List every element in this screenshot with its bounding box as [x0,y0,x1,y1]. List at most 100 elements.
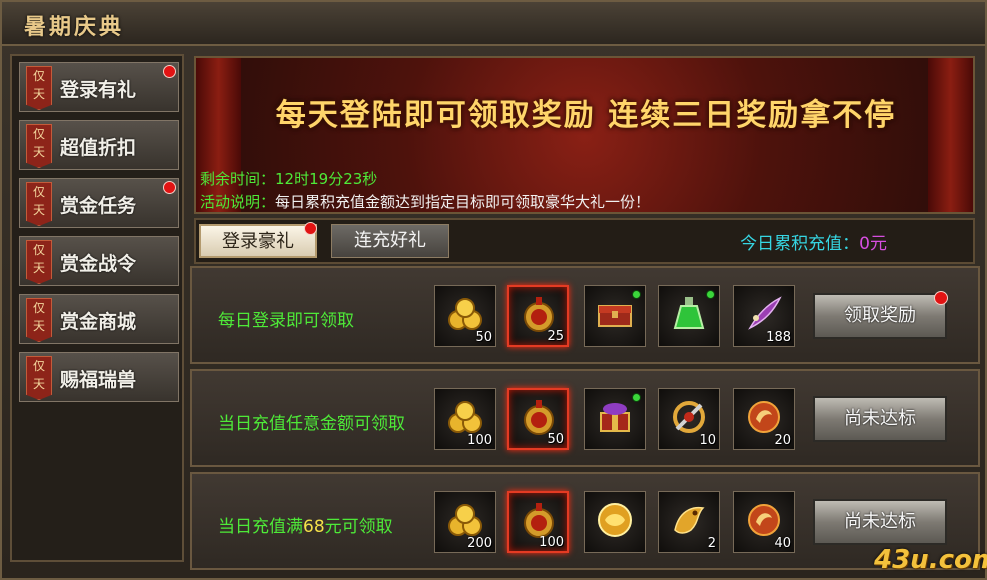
not-qualified-button[interactable]: 尚未达标 [813,499,947,545]
ribbon-char: 仅 [32,127,45,141]
limited-ribbon: 仅天 [26,124,52,168]
sidebar-item[interactable]: 仅天赏金商城 [19,294,179,344]
today-recharge: 今日累积充值：0元 [740,229,887,254]
title-bar: 暑期庆典 [2,2,985,46]
reward-item-slot[interactable]: 50 [434,285,496,347]
sidebar-item[interactable]: 仅天 赏金任务 [19,178,179,228]
banner-headline: 每天登陆即可领取奖励 连续三日奖励拿不停 [275,98,897,133]
sidebar-item[interactable]: 仅天超值折扣 [19,120,179,170]
sidebar-item-label: 超值折扣 [60,137,137,159]
item-count: 10 [699,433,716,448]
tab-bar: 登录豪礼 连充好礼 今日累积充值：0元 [194,218,975,264]
item-count: 188 [766,330,791,345]
sidebar-item-label: 赏金战令 [60,253,137,275]
event-banner: 每天登陆即可领取奖励 连续三日奖励拿不停 剩余时间：12时19分23秒 活动说明… [194,56,975,214]
limited-ribbon: 仅天 [26,356,52,400]
reward-item-slot[interactable]: 20 [733,388,795,450]
reward-row: 当日充值任意金额可领取 100 50 10 20 尚未达标 [190,369,980,467]
event-description-text: 每日累积充值金额达到指定目标即可领取豪华大礼一份！ [275,193,651,211]
reward-condition-amount: 68 [303,517,325,537]
limited-ribbon: 仅天 [26,66,52,110]
sidebar: 仅天登录有礼仅天超值折扣仅天赏金任务仅天赏金战令仅天赏金商城仅天赐福瑞兽 [10,54,184,562]
reward-item-slot[interactable]: 10 [658,388,720,450]
reward-condition: 每日登录即可领取 [218,306,354,331]
item-count: 100 [467,433,492,448]
reward-item-slot[interactable]: 200 [434,491,496,553]
notification-dot [163,65,176,78]
reward-item-slot[interactable]: 100 [507,491,569,553]
item-count: 50 [547,432,564,447]
reward-item-slot[interactable]: 25 [507,285,569,347]
button-label: 领取奖励 [844,305,916,326]
tab-login-gift[interactable]: 登录豪礼 [199,222,317,258]
ribbon-char: 仅 [32,243,45,257]
status-dot [632,290,641,299]
reward-item-slot[interactable]: 50 [507,388,569,450]
reward-item-slot[interactable] [584,388,646,450]
sidebar-item-label: 赐福瑞兽 [60,369,137,391]
event-description: 活动说明：每日累积充值金额达到指定目标即可领取豪华大礼一份！ [200,191,650,212]
item-count: 100 [539,535,564,550]
ribbon-char: 仅 [32,301,45,315]
notification-dot [304,222,317,235]
ribbon-char: 仅 [32,185,45,199]
remaining-time: 剩余时间：12时19分23秒 [200,168,377,189]
tab-login-gift-label: 登录豪礼 [222,231,294,252]
reward-condition-text: 当日充值任意金额可领取 [218,414,405,434]
sidebar-item-label: 赏金商城 [60,311,137,333]
button-label: 尚未达标 [844,511,916,532]
item-count: 20 [774,433,791,448]
event-description-label: 活动说明： [200,193,276,211]
item-count: 25 [547,329,564,344]
today-recharge-label: 今日累积充值： [740,234,860,254]
ribbon-char: 天 [32,145,45,159]
tab-consecutive-recharge-label: 连充好礼 [354,230,426,251]
claim-reward-button[interactable]: 领取奖励 [813,291,948,339]
event-window: 暑期庆典 仅天登录有礼仅天超值折扣仅天赏金任务仅天赏金战令仅天赏金商城仅天赐福瑞… [0,0,987,580]
reward-row: 当日充值满68元可领取 200 100 2 40 尚未达标 [190,472,980,570]
item-count: 50 [475,330,492,345]
reward-item-slot[interactable] [584,285,646,347]
ribbon-char: 天 [32,377,45,391]
reward-item-slot[interactable] [658,285,720,347]
sidebar-item-label: 登录有礼 [60,79,137,101]
ribbon-char: 天 [32,87,45,101]
item-count: 200 [467,536,492,551]
reward-condition-text: 当日充值满 [218,517,303,537]
sidebar-item-label: 赏金任务 [60,195,137,217]
limited-ribbon: 仅天 [26,240,52,284]
remaining-time-value: 12时19分23秒 [275,170,378,188]
notification-dot [934,291,948,305]
reward-item-slot[interactable]: 188 [733,285,795,347]
ribbon-char: 天 [32,319,45,333]
item-count: 40 [774,536,791,551]
not-qualified-button[interactable]: 尚未达标 [813,396,947,442]
reward-condition-text: 每日登录即可领取 [218,311,354,331]
ribbon-char: 天 [32,261,45,275]
status-dot [632,393,641,402]
sidebar-item[interactable]: 仅天赏金战令 [19,236,179,286]
button-label: 尚未达标 [844,408,916,429]
reward-condition-suffix: 元可领取 [324,517,393,537]
reward-condition: 当日充值任意金额可领取 [218,409,405,434]
tab-consecutive-recharge[interactable]: 连充好礼 [331,224,449,258]
sidebar-item[interactable]: 仅天赐福瑞兽 [19,352,179,402]
reward-item-slot[interactable]: 40 [733,491,795,553]
reward-condition: 当日充值满68元可领取 [218,512,393,537]
sidebar-item[interactable]: 仅天登录有礼 [19,62,179,112]
ribbon-char: 天 [32,203,45,217]
today-recharge-amount: 0元 [859,234,887,254]
reward-item-slot[interactable]: 2 [658,491,720,553]
reward-item-slot[interactable]: 100 [434,388,496,450]
limited-ribbon: 仅天 [26,298,52,342]
watermark-logo: 43u.com [874,545,987,575]
curtain-right [928,58,973,212]
ribbon-char: 仅 [32,69,45,83]
remaining-time-label: 剩余时间： [200,170,276,188]
notification-dot [163,181,176,194]
status-dot [706,290,715,299]
ribbon-char: 仅 [32,359,45,373]
window-title: 暑期庆典 [24,14,125,40]
reward-row: 每日登录即可领取 50 25 188 领取奖励 [190,266,980,364]
reward-item-slot[interactable] [584,491,646,553]
